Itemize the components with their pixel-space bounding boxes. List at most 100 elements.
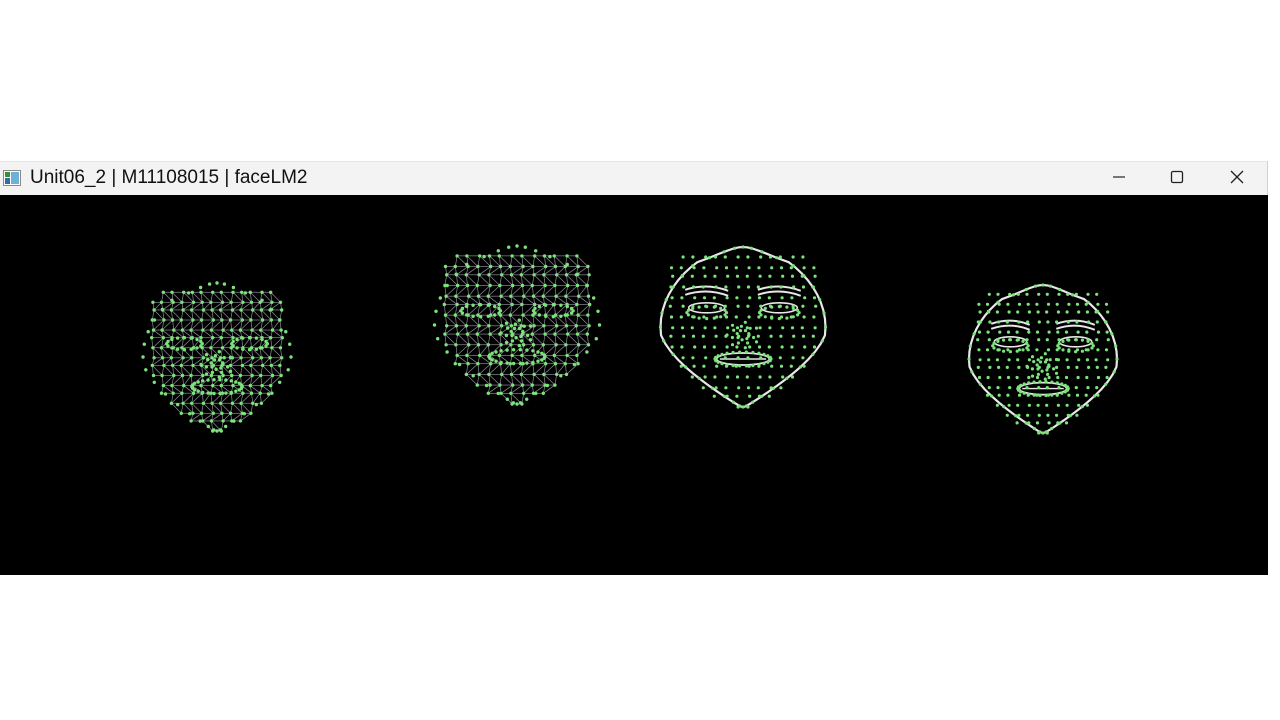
landmark-point — [515, 244, 519, 248]
landmark-points — [658, 245, 828, 409]
landmark-point — [509, 372, 514, 377]
landmark-point — [978, 320, 983, 324]
landmark-point — [176, 402, 180, 407]
landmark-point — [181, 308, 185, 312]
landmark-point — [1015, 338, 1019, 342]
landmark-point — [985, 302, 990, 306]
landmark-point — [536, 350, 540, 354]
landmark-point — [1007, 403, 1011, 407]
landmark-point — [217, 358, 222, 362]
landmark-point — [259, 401, 264, 405]
landmark-point — [466, 362, 470, 366]
landmark-point — [249, 363, 253, 368]
landmark-point — [260, 346, 264, 350]
title-bar[interactable]: Unit06_2 | M11108015 | faceLM2 — [0, 161, 1267, 195]
landmark-point — [513, 322, 518, 326]
landmark-point — [712, 296, 716, 300]
landmark-point — [471, 303, 475, 307]
landmark-point — [1075, 393, 1080, 397]
landmark-point — [1043, 360, 1048, 364]
landmark-point — [1027, 381, 1031, 385]
eyebrow-contour — [990, 324, 1031, 331]
landmark-point — [150, 363, 154, 368]
landmark-point — [746, 356, 750, 360]
landmark-point — [201, 401, 206, 405]
landmark-point — [231, 336, 235, 340]
landmark-point — [225, 365, 230, 369]
landmark-point — [209, 328, 214, 332]
landmark-point — [537, 313, 541, 317]
landmark-point — [1085, 310, 1089, 314]
landmark-point — [754, 340, 759, 344]
landmark-point — [777, 317, 781, 321]
landmark-point — [1095, 338, 1099, 342]
landmark-point — [251, 308, 255, 312]
landmark-point — [545, 383, 550, 388]
landmark-point — [1104, 365, 1108, 369]
landmark-point — [1036, 403, 1040, 407]
landmark-point — [505, 361, 509, 365]
landmark-point — [514, 336, 518, 340]
landmark-point — [487, 372, 491, 377]
landmark-point — [288, 342, 292, 346]
landmark-point — [1104, 348, 1109, 352]
landmark-point — [1005, 365, 1009, 369]
landmark-point — [745, 404, 749, 408]
landmark-point — [519, 339, 524, 343]
face-mesh-3 — [658, 245, 828, 409]
landmark-point — [542, 372, 546, 377]
landmark-point — [743, 320, 747, 324]
landmark-point — [551, 303, 555, 307]
landmark-point — [476, 294, 481, 298]
landmark-point — [714, 386, 718, 390]
landmark-point — [455, 302, 459, 307]
landmark-point — [1056, 310, 1060, 314]
landmark-point — [532, 372, 536, 377]
landmark-point — [499, 360, 503, 365]
landmark-point — [191, 363, 195, 368]
landmark-point — [251, 356, 255, 360]
landmark-point — [509, 329, 513, 334]
minimize-button[interactable] — [1090, 162, 1148, 196]
landmark-point — [534, 391, 538, 396]
landmark-point — [182, 336, 187, 340]
landmark-point — [1030, 367, 1034, 371]
landmark-point — [217, 350, 221, 354]
landmark-point — [801, 356, 805, 360]
landmark-point — [725, 351, 729, 355]
landmark-point — [519, 334, 523, 339]
landmark-point — [587, 273, 591, 277]
landmark-point — [553, 383, 557, 387]
maximize-button[interactable] — [1148, 162, 1206, 196]
landmark-point — [478, 254, 482, 258]
landmark-point — [534, 249, 538, 253]
landmark-point — [1008, 338, 1013, 342]
landmark-point — [496, 249, 500, 253]
landmark-point — [1074, 292, 1078, 296]
landmark-point — [511, 401, 516, 405]
landmark-point — [189, 373, 193, 378]
landmark-point — [731, 350, 735, 355]
landmark-point — [744, 350, 749, 354]
landmark-point — [812, 266, 816, 270]
landmark-point — [1084, 393, 1088, 397]
landmark-point — [1016, 403, 1020, 407]
landmark-point — [553, 283, 557, 288]
landmark-point — [1067, 349, 1071, 353]
landmark-point — [564, 294, 568, 298]
landmark-point — [759, 304, 763, 308]
landmark-point — [264, 339, 268, 344]
landmark-point — [1047, 330, 1051, 334]
landmark-point — [530, 383, 534, 387]
landmark-point — [746, 255, 750, 259]
landmark-point — [541, 391, 545, 395]
landmark-point — [476, 264, 480, 269]
landmark-point — [486, 294, 490, 298]
landmark-point — [762, 362, 766, 366]
landmark-point — [664, 298, 668, 302]
close-button[interactable] — [1208, 162, 1266, 196]
landmark-point — [719, 306, 723, 310]
landmark-point — [509, 273, 514, 277]
landmark-point — [488, 332, 492, 336]
landmark-point — [476, 343, 481, 347]
